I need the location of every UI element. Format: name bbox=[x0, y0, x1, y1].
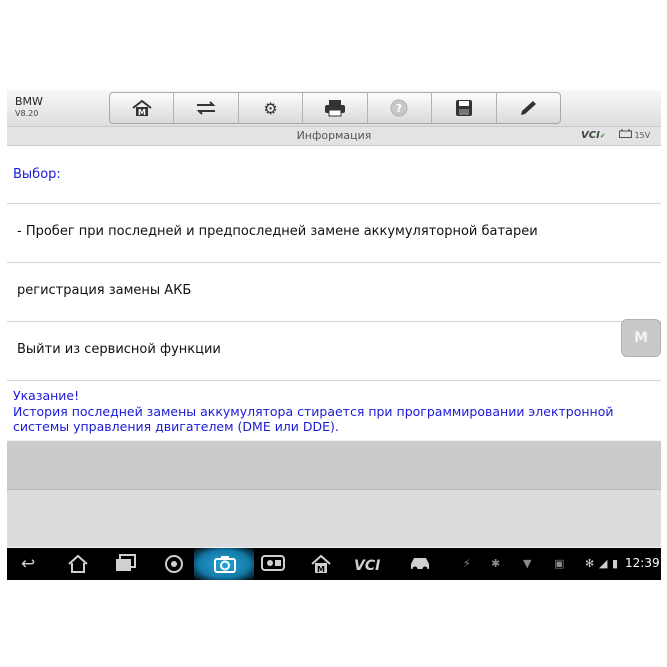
home-button[interactable]: M bbox=[110, 93, 175, 123]
app-version: V8.20 bbox=[15, 109, 39, 118]
empty-panel bbox=[7, 441, 661, 490]
check-icon: ✔ bbox=[599, 132, 606, 140]
svg-text:M: M bbox=[138, 108, 146, 117]
floppy-icon bbox=[455, 100, 472, 116]
pencil-icon bbox=[521, 101, 537, 115]
edit-button[interactable] bbox=[497, 93, 560, 123]
wifi-icon: ▼ bbox=[523, 557, 532, 570]
selection-label: Выбор: bbox=[13, 167, 61, 182]
camera-button[interactable] bbox=[194, 548, 254, 580]
menu-item-exit-service[interactable]: Выйти из сервисной функции bbox=[7, 322, 661, 379]
debug-icon: ✱ bbox=[491, 557, 501, 570]
top-toolbar: BMW V8.20 M ⚙ ? bbox=[7, 90, 661, 127]
page-title: Информация bbox=[296, 129, 372, 142]
print-button[interactable] bbox=[303, 93, 368, 123]
signal-icon: ◢ bbox=[599, 557, 608, 570]
battery-status: 15V bbox=[619, 129, 650, 140]
camera-icon bbox=[214, 556, 236, 573]
maxisys-home-icon[interactable]: M bbox=[310, 554, 332, 574]
vci-status: VCI✔ bbox=[581, 130, 606, 141]
clock: 12:39 bbox=[625, 556, 660, 570]
bluetooth-icon: ✻ bbox=[585, 557, 595, 570]
vehicle-settings-icon[interactable] bbox=[261, 554, 285, 572]
vci-nav-icon[interactable]: VCI bbox=[354, 556, 380, 576]
usb-icon: ⚡ bbox=[463, 557, 471, 570]
hint-text: Указание! История последней замены аккум… bbox=[13, 388, 614, 434]
home-nav-icon[interactable] bbox=[67, 554, 89, 574]
menu-item-label: - Пробег при последней и предпоследней з… bbox=[17, 224, 538, 239]
tablet-screen: BMW V8.20 M ⚙ ? Информация VCI✔ 15V Выбо… bbox=[7, 90, 661, 580]
battery-icon: ▮ bbox=[612, 557, 619, 570]
vci-label: VCI bbox=[581, 130, 600, 141]
menu-item-mileage[interactable]: - Пробег при последней и предпоследней з… bbox=[7, 204, 661, 261]
back-button[interactable]: ↩ bbox=[21, 554, 35, 574]
toolbar-buttons: M ⚙ ? bbox=[109, 92, 561, 124]
floating-menu-button[interactable]: M bbox=[621, 319, 661, 357]
menu-item-label: Выйти из сервисной функции bbox=[17, 342, 221, 357]
settings-button[interactable]: ⚙ bbox=[239, 93, 304, 123]
chrome-icon[interactable] bbox=[164, 554, 184, 574]
bottom-panel bbox=[7, 490, 661, 547]
recent-apps-icon[interactable] bbox=[115, 554, 137, 572]
help-button[interactable]: ? bbox=[368, 93, 433, 123]
car-battery-icon bbox=[619, 129, 632, 138]
svg-text:?: ? bbox=[396, 102, 402, 115]
menu-item-label: регистрация замены АКБ bbox=[17, 283, 192, 298]
car-icon[interactable] bbox=[408, 554, 432, 572]
app-brand: BMW V8.20 bbox=[15, 96, 43, 120]
app-name: BMW bbox=[15, 95, 43, 108]
info-content: Выбор: - Пробег при последней и предпосл… bbox=[7, 146, 661, 440]
divider bbox=[7, 380, 661, 381]
home-icon: M bbox=[132, 99, 152, 117]
vehicle-swap-icon bbox=[196, 101, 216, 115]
menu-item-register-battery[interactable]: регистрация замены АКБ bbox=[7, 263, 661, 320]
gear-icon: ⚙ bbox=[263, 98, 278, 118]
vehicle-swap-button[interactable] bbox=[174, 93, 239, 123]
title-bar: Информация VCI✔ 15V bbox=[7, 127, 661, 146]
printer-icon bbox=[324, 100, 345, 117]
save-button[interactable] bbox=[432, 93, 497, 123]
android-nav-bar: ↩ M VCI ⚡ ✱ ▼ ▣ ✻ ◢ ▮ 12:39 bbox=[7, 548, 661, 580]
battery-voltage: 15V bbox=[634, 131, 651, 140]
help-icon: ? bbox=[390, 99, 408, 117]
svg-text:M: M bbox=[317, 565, 325, 574]
floating-m-icon: M bbox=[634, 330, 648, 346]
screenshot-icon: ▣ bbox=[554, 557, 565, 570]
